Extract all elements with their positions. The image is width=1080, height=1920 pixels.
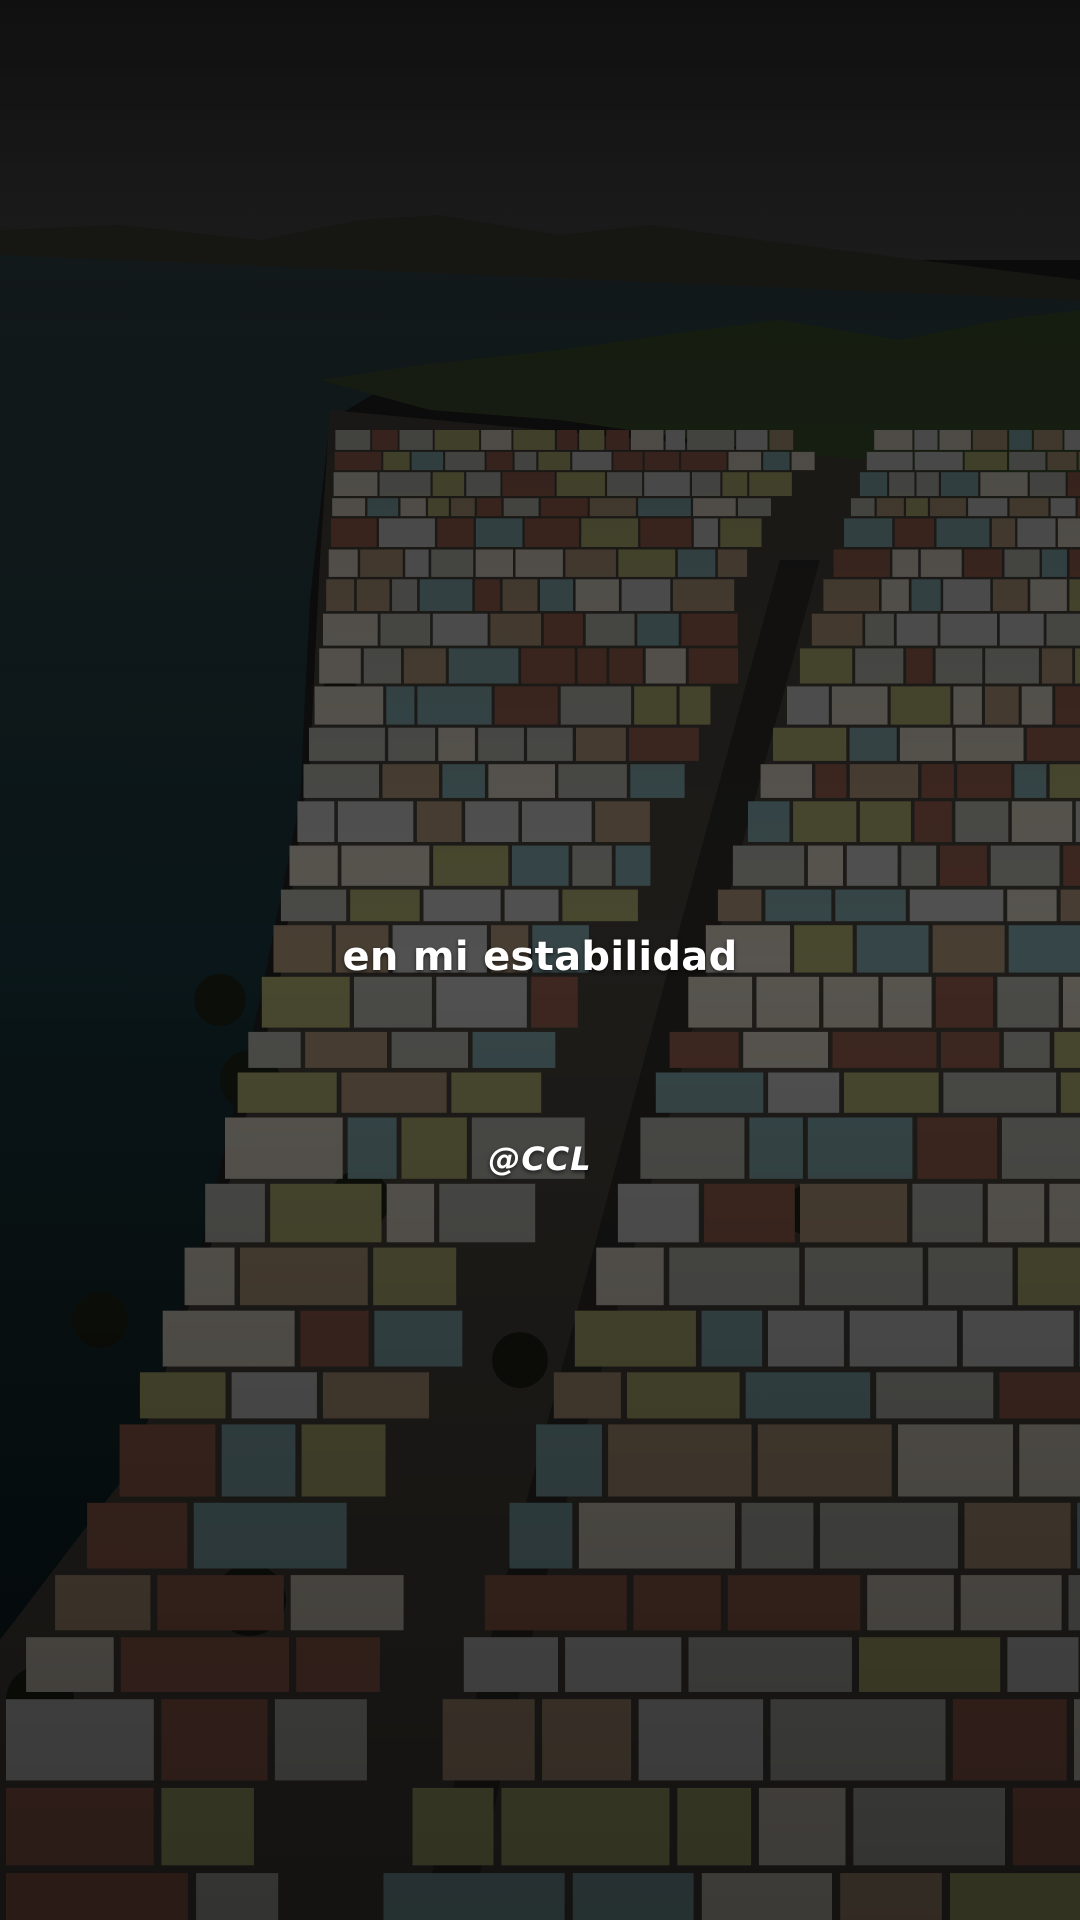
video-frame: en mi estabilidad @CCL — [0, 0, 1080, 1920]
caption-text: en mi estabilidad — [342, 934, 738, 980]
watermark-handle: @CCL — [488, 1140, 592, 1178]
